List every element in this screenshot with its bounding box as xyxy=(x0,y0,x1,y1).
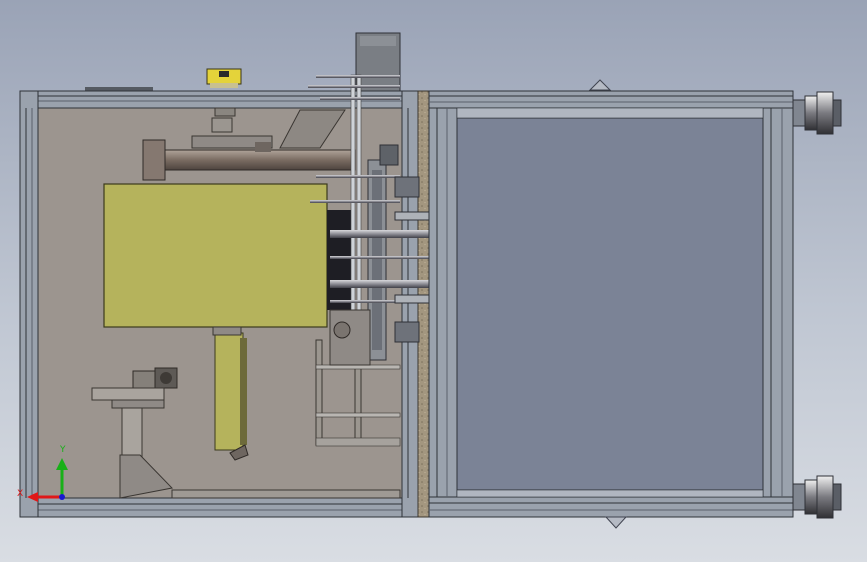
right-frame xyxy=(428,90,794,518)
top-tower-block xyxy=(355,32,401,94)
triad-y-label: Y xyxy=(59,445,66,455)
yellow-green-block xyxy=(103,183,328,328)
caster-wheel-bottom xyxy=(792,475,842,519)
top-plate-small xyxy=(85,87,153,91)
top-marker xyxy=(588,79,612,91)
yellow-top-part xyxy=(206,68,242,88)
block-side-dark xyxy=(327,210,353,310)
caster-wheel-top xyxy=(792,91,842,135)
triad-x-label: X xyxy=(17,489,23,499)
bottom-marker xyxy=(604,516,628,529)
wood-divider xyxy=(417,90,430,518)
vertical-slide-guide xyxy=(212,326,249,461)
cad-drawing: Y X xyxy=(17,32,842,529)
cad-viewport[interactable]: Y X xyxy=(0,0,867,562)
